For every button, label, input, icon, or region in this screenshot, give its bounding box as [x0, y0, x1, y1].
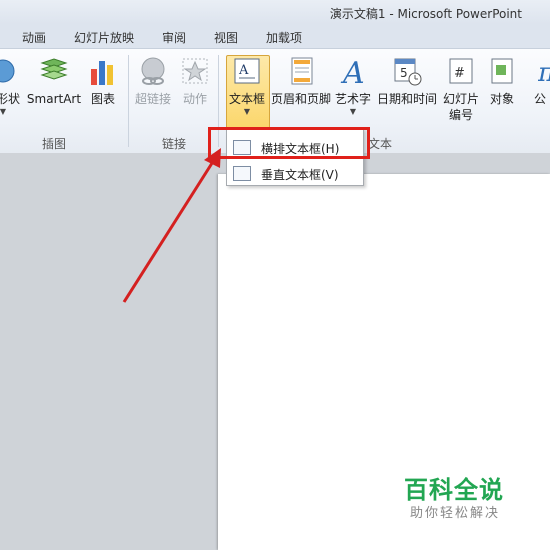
- menu-item-label: 垂直文本框(V): [261, 168, 339, 182]
- title-bar: 演示文稿1 - Microsoft PowerPoint: [0, 0, 550, 24]
- tab-addins[interactable]: 加载项: [266, 29, 302, 46]
- group-label-illustrations: 插图: [42, 137, 67, 151]
- group-separator: [128, 55, 129, 147]
- wordart-button[interactable]: A 艺术字 ▼: [334, 55, 372, 117]
- pi-icon: π: [537, 55, 550, 88]
- smartart-label: SmartArt: [26, 92, 82, 106]
- svg-text:A: A: [238, 63, 249, 78]
- action-button: 动作: [178, 55, 212, 107]
- slide-number-icon: #: [445, 55, 477, 87]
- action-star-icon: [179, 55, 211, 87]
- group-label-text: 文本: [368, 137, 393, 151]
- svg-text:π: π: [538, 58, 550, 87]
- watermark-subtitle: 助你轻松解决: [410, 506, 501, 521]
- calendar-clock-icon: 5: [391, 55, 423, 87]
- tab-slideshow[interactable]: 幻灯片放映: [74, 29, 134, 46]
- annotation-highlight-box: [208, 127, 370, 159]
- smartart-button[interactable]: SmartArt: [26, 55, 82, 107]
- slide-number-label-2: 编号: [448, 108, 473, 122]
- watermark-title: 百科全说: [404, 476, 504, 504]
- object-button[interactable]: 对象: [484, 55, 520, 107]
- shapes-icon: [0, 55, 19, 87]
- globe-link-icon: [137, 55, 169, 87]
- slide-number-label-1: 幻灯片: [442, 92, 479, 106]
- equation-button[interactable]: π 公: [534, 55, 550, 107]
- tab-review[interactable]: 审阅: [162, 29, 186, 46]
- svg-text:A: A: [340, 56, 365, 87]
- textbox-icon: A: [231, 55, 263, 87]
- object-label: 对象: [489, 92, 514, 106]
- shapes-label: 形状: [0, 92, 20, 106]
- header-footer-icon: [285, 55, 317, 87]
- textbox-button[interactable]: A 文本框 ▼: [226, 55, 268, 117]
- tab-view[interactable]: 视图: [214, 29, 238, 46]
- svg-text:5: 5: [400, 66, 408, 80]
- object-icon: [486, 55, 518, 87]
- datetime-button[interactable]: 5 日期和时间: [376, 55, 438, 107]
- wordart-icon: A: [337, 55, 369, 91]
- header-footer-label: 页眉和页脚: [270, 92, 331, 106]
- hyperlink-label: 超链接: [134, 92, 171, 106]
- tab-animations[interactable]: 动画: [22, 29, 46, 46]
- group-label-links: 链接: [162, 137, 187, 151]
- smartart-icon: [38, 55, 70, 87]
- datetime-label: 日期和时间: [376, 92, 437, 106]
- action-label: 动作: [182, 92, 207, 106]
- textbox-label: 文本框: [228, 92, 265, 106]
- shapes-button[interactable]: 形状 ▼: [0, 55, 20, 117]
- equation-label: 公: [534, 92, 547, 106]
- window-title: 演示文稿1 - Microsoft PowerPoint: [329, 7, 522, 21]
- ribbon-tabs: 动画 幻灯片放映 审阅 视图 加载项: [0, 24, 550, 48]
- chart-label: 图表: [90, 92, 115, 106]
- slide-number-button[interactable]: # 幻灯片 编号: [440, 55, 482, 123]
- chevron-down-icon: ▼: [349, 107, 357, 116]
- wordart-label: 艺术字: [334, 92, 371, 106]
- menu-item-vertical-textbox[interactable]: 垂直文本框(V): [227, 161, 363, 185]
- chart-icon: [87, 55, 119, 87]
- svg-text:#: #: [454, 66, 465, 81]
- hyperlink-button: 超链接: [134, 55, 172, 107]
- vertical-textbox-icon: [233, 166, 251, 181]
- header-footer-button[interactable]: 页眉和页脚: [270, 55, 332, 107]
- chevron-down-icon: ▼: [0, 107, 7, 116]
- chart-button[interactable]: 图表: [86, 55, 120, 107]
- chevron-down-icon: ▼: [243, 107, 251, 116]
